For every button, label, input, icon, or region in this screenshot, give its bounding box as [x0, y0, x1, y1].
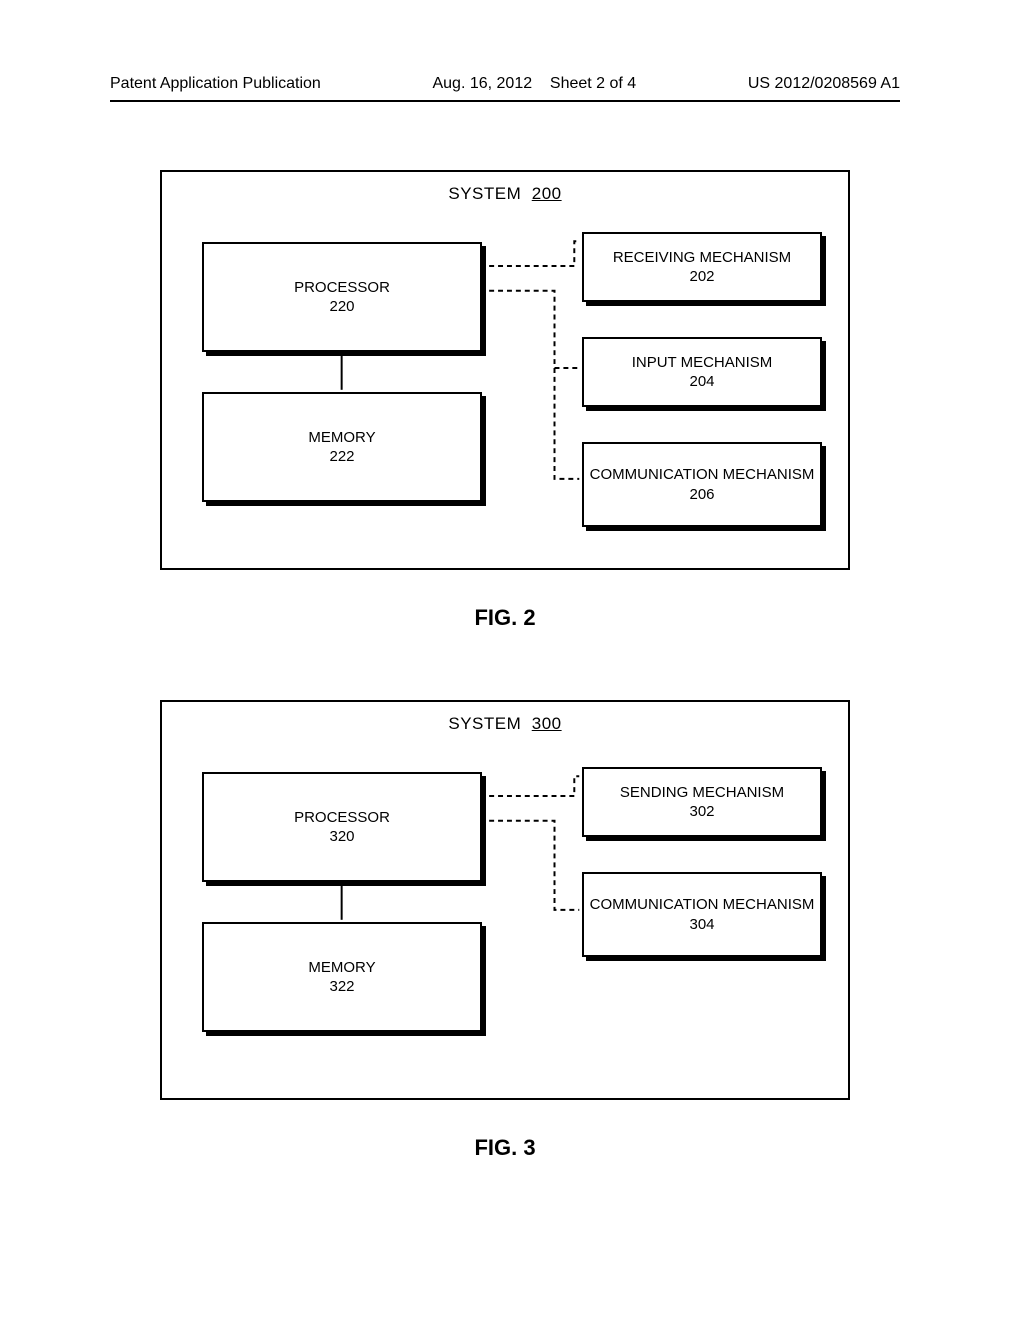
receiving-mechanism-202: RECEIVING MECHANISM 202: [582, 232, 822, 302]
page-header: Patent Application Publication Aug. 16, …: [110, 75, 900, 93]
comm-num: 304: [689, 915, 714, 935]
header-date: Aug. 16, 2012: [432, 75, 532, 92]
memory-322: MEMORY 322: [202, 922, 482, 1032]
memory-label: MEMORY: [308, 428, 375, 448]
system-200-title: SYSTEM 200: [162, 184, 848, 204]
processor-320: PROCESSOR 320: [202, 772, 482, 882]
figure-3-caption: FIG. 3: [160, 1135, 850, 1161]
figure-2: SYSTEM 200 PROCESSOR 220 MEMORY 222 RECE…: [160, 170, 850, 631]
system-num: 300: [532, 714, 562, 733]
input-num: 204: [689, 372, 714, 392]
send-num: 302: [689, 802, 714, 822]
comm-label: COMMUNICATION MECHANISM: [590, 895, 815, 915]
system-200-frame: SYSTEM 200 PROCESSOR 220 MEMORY 222 RECE…: [160, 170, 850, 570]
memory-222: MEMORY 222: [202, 392, 482, 502]
processor-num: 320: [329, 827, 354, 847]
send-label: SENDING MECHANISM: [620, 783, 784, 803]
header-rule: [110, 100, 900, 102]
header-left: Patent Application Publication: [110, 75, 321, 93]
communication-mechanism-206: COMMUNICATION MECHANISM 206: [582, 442, 822, 527]
recv-num: 202: [689, 267, 714, 287]
input-label: INPUT MECHANISM: [632, 353, 773, 373]
memory-num: 222: [329, 447, 354, 467]
memory-label: MEMORY: [308, 958, 375, 978]
memory-num: 322: [329, 977, 354, 997]
header-mid: Aug. 16, 2012 Sheet 2 of 4: [432, 75, 636, 93]
comm-label-line1: COMMUNICATION MECHANISM: [590, 465, 815, 485]
header-right: US 2012/0208569 A1: [748, 75, 900, 93]
processor-label: PROCESSOR: [294, 278, 390, 298]
header-sheet: Sheet 2 of 4: [550, 75, 636, 92]
processor-label: PROCESSOR: [294, 808, 390, 828]
system-num: 200: [532, 184, 562, 203]
system-300-frame: SYSTEM 300 PROCESSOR 320 MEMORY 322 SEND…: [160, 700, 850, 1100]
input-mechanism-204: INPUT MECHANISM 204: [582, 337, 822, 407]
figure-2-caption: FIG. 2: [160, 605, 850, 631]
figure-3: SYSTEM 300 PROCESSOR 320 MEMORY 322 SEND…: [160, 700, 850, 1161]
system-label: SYSTEM: [448, 184, 521, 203]
system-300-title: SYSTEM 300: [162, 714, 848, 734]
recv-label: RECEIVING MECHANISM: [613, 248, 791, 268]
comm-num: 206: [689, 485, 714, 505]
processor-220: PROCESSOR 220: [202, 242, 482, 352]
system-label: SYSTEM: [448, 714, 521, 733]
processor-num: 220: [329, 297, 354, 317]
sending-mechanism-302: SENDING MECHANISM 302: [582, 767, 822, 837]
communication-mechanism-304: COMMUNICATION MECHANISM 304: [582, 872, 822, 957]
